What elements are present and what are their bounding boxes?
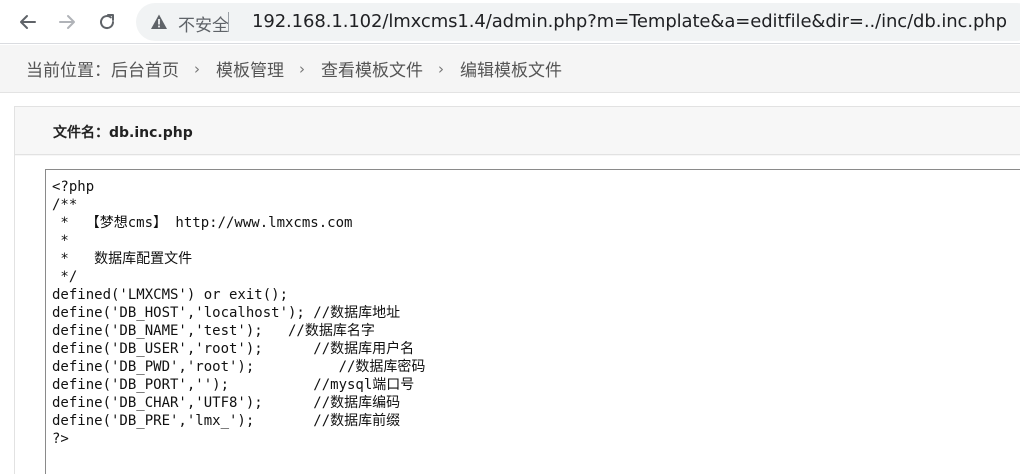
panel-header: 文件名：db.inc.php bbox=[15, 107, 1020, 155]
edit-file-panel: 文件名：db.inc.php <?php /** * 【梦想cms】 http:… bbox=[14, 106, 1020, 474]
arrow-left-icon bbox=[20, 15, 36, 29]
warning-triangle-icon[interactable] bbox=[150, 13, 168, 31]
breadcrumb-item-home[interactable]: 后台首页 bbox=[111, 56, 179, 81]
breadcrumb-item-view-template-files[interactable]: 查看模板文件 bbox=[321, 56, 423, 81]
back-button[interactable] bbox=[14, 8, 42, 36]
breadcrumb-prefix: 当前位置： bbox=[26, 61, 111, 81]
breadcrumb-separator: › bbox=[299, 59, 305, 78]
breadcrumb-separator: › bbox=[194, 59, 200, 78]
address-bar[interactable]: 不安全 192.168.1.102/lmxcms1.4/admin.php?m=… bbox=[136, 3, 1020, 41]
panel-body: <?php /** * 【梦想cms】 http://www.lmxcms.co… bbox=[15, 156, 1020, 474]
arrow-right-icon bbox=[59, 15, 75, 29]
reload-icon bbox=[100, 14, 115, 30]
forward-button[interactable] bbox=[53, 8, 81, 36]
security-status-label[interactable]: 不安全 bbox=[178, 11, 229, 36]
file-content-editor[interactable]: <?php /** * 【梦想cms】 http://www.lmxcms.co… bbox=[45, 169, 1020, 474]
breadcrumb-item-template-management[interactable]: 模板管理 bbox=[216, 56, 284, 81]
url-divider bbox=[228, 12, 229, 32]
reload-button[interactable] bbox=[93, 8, 121, 36]
browser-toolbar: 不安全 192.168.1.102/lmxcms1.4/admin.php?m=… bbox=[0, 0, 1020, 44]
file-name-label: 文件名：db.inc.php bbox=[53, 125, 193, 141]
breadcrumb: 当前位置： 后台首页 › 模板管理 › 查看模板文件 › 编辑模板文件 bbox=[0, 45, 1020, 93]
breadcrumb-separator: › bbox=[438, 59, 444, 78]
breadcrumb-item-edit-template-file: 编辑模板文件 bbox=[460, 61, 562, 81]
url-text[interactable]: 192.168.1.102/lmxcms1.4/admin.php?m=Temp… bbox=[252, 11, 1007, 32]
